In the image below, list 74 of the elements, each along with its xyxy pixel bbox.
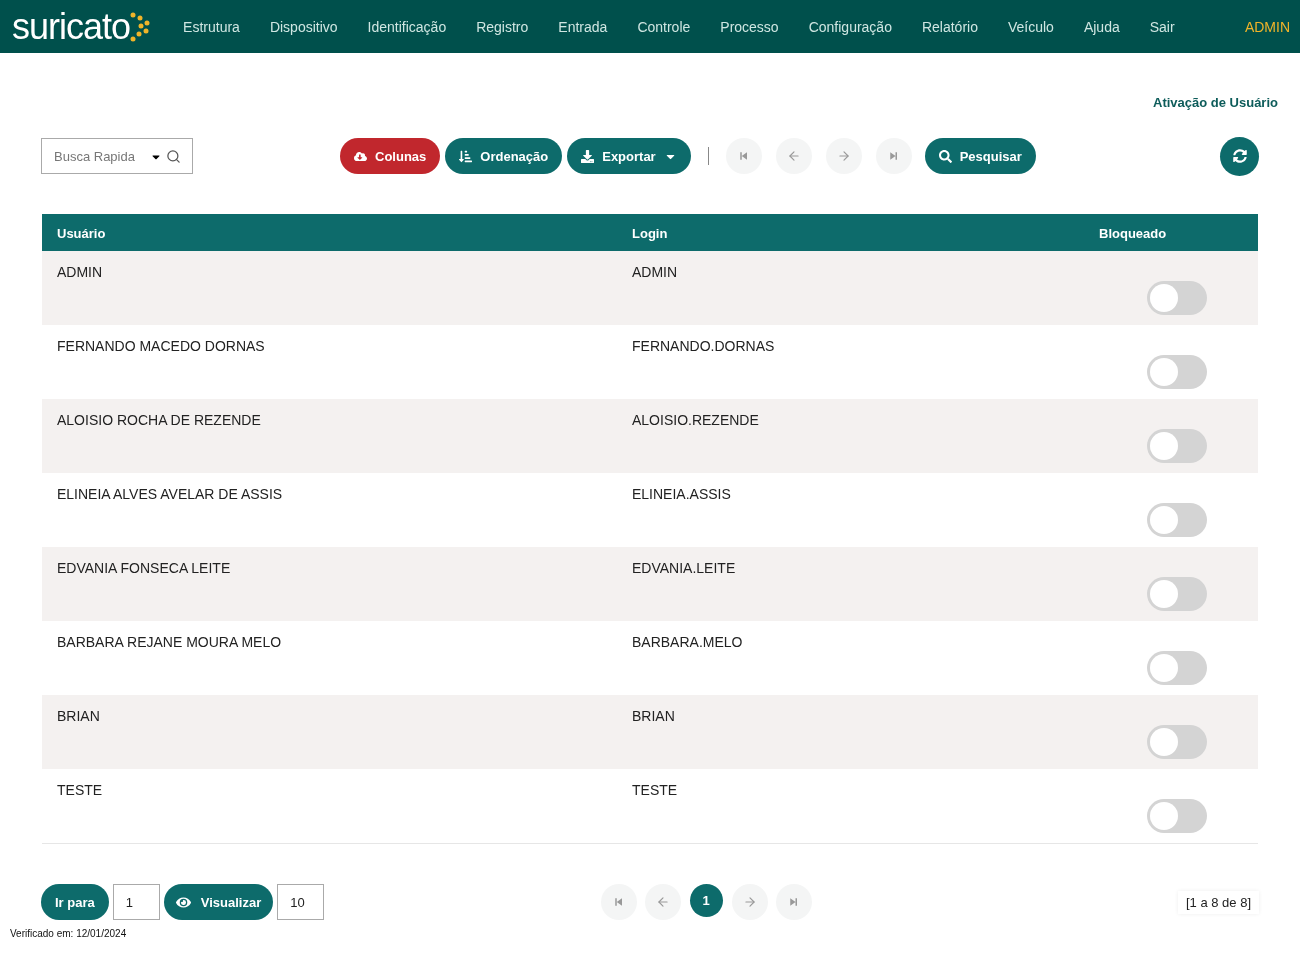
nav-link[interactable]: Estrutura	[168, 18, 255, 35]
blocked-toggle[interactable]	[1147, 651, 1207, 685]
quick-search-field[interactable]: Busca Rapida	[41, 138, 193, 174]
last-page-button[interactable]	[875, 138, 912, 174]
cloud-download-icon	[354, 149, 367, 163]
arrow-left-icon	[655, 895, 670, 909]
nav-link[interactable]: Processo	[705, 18, 794, 35]
nav-link[interactable]: Relatório	[906, 18, 993, 35]
table-cell-text: TESTE	[631, 781, 679, 800]
blocked-toggle[interactable]	[1147, 799, 1207, 833]
previous-page-button[interactable]	[644, 884, 681, 920]
refresh-button[interactable]	[1220, 136, 1259, 176]
nav-link[interactable]: Veículo	[992, 18, 1069, 35]
nav-link[interactable]: Ajuda	[1068, 18, 1135, 35]
arrow-left-icon	[786, 149, 801, 163]
sort-icon	[459, 149, 473, 163]
record-range: [1 a 8 de 8]	[1177, 890, 1259, 914]
page-button[interactable]: 1	[689, 884, 723, 917]
logo-text: suricato	[12, 8, 131, 45]
table-cell-text: ADMIN	[631, 263, 679, 282]
table-cell-text: EDVANIA.LEITE	[631, 559, 737, 578]
search-icon	[938, 149, 952, 163]
table-cell-text: ALOISIO.REZENDE	[631, 411, 760, 430]
nav-link[interactable]: Identificação	[352, 18, 462, 35]
previous-page-button[interactable]	[775, 138, 812, 174]
next-page-button[interactable]	[731, 884, 768, 920]
table-cell-text: ELINEIA ALVES AVELAR DE ASSIS	[56, 485, 284, 504]
verified-date: Verificado em: 12/01/2024	[10, 928, 128, 939]
table-cell-text: BRIAN	[56, 707, 101, 726]
toolbar-button[interactable]: Ordenação	[445, 138, 563, 174]
table-cell-text: BRIAN	[631, 707, 676, 726]
blocked-toggle[interactable]	[1147, 725, 1207, 759]
table-cell-text: TESTE	[56, 781, 104, 800]
page-number-field[interactable]: 1	[112, 884, 160, 920]
blocked-toggle[interactable]	[1147, 429, 1207, 463]
first-page-button[interactable]	[725, 138, 762, 174]
toolbar-button[interactable]: Exportar	[567, 138, 691, 174]
table-cell-text: FERNANDO.DORNAS	[631, 337, 776, 356]
page-title: Ativação de Usuário	[1152, 94, 1279, 110]
table-cell-text: BARBARA.MELO	[631, 633, 744, 652]
table-cell-text: ADMIN	[56, 263, 104, 282]
nav-link[interactable]: Controle	[622, 18, 706, 35]
arrow-right-icon	[742, 895, 757, 909]
view-button[interactable]: Visualizar	[163, 884, 274, 920]
blocked-toggle[interactable]	[1147, 355, 1207, 389]
table-cell-text: ELINEIA.ASSIS	[631, 485, 732, 504]
table-cell-text: BARBARA REJANE MOURA MELO	[56, 633, 283, 652]
nav-link[interactable]: Configuração	[793, 18, 907, 35]
nav-link[interactable]: Registro	[461, 18, 544, 35]
next-page-button[interactable]	[825, 138, 862, 174]
refresh-icon	[1232, 149, 1247, 163]
blocked-toggle[interactable]	[1147, 281, 1207, 315]
toolbar-button[interactable]: Colunas	[340, 138, 441, 174]
table-cell-text: FERNANDO MACEDO DORNAS	[56, 337, 266, 356]
page-size-field[interactable]: 10	[277, 884, 325, 920]
last-page-button[interactable]	[775, 884, 812, 920]
column-header: Bloqueado	[1098, 225, 1168, 243]
search-button[interactable]: Pesquisar	[924, 138, 1036, 174]
download-icon	[581, 149, 595, 163]
blocked-toggle[interactable]	[1147, 577, 1207, 611]
first-page-button[interactable]	[600, 884, 637, 920]
nav-link[interactable]: Dispositivo	[254, 18, 353, 35]
user-name[interactable]: ADMIN	[1244, 18, 1290, 35]
column-header: Usuário	[56, 225, 107, 243]
nav-link[interactable]: Sair	[1134, 18, 1190, 35]
nav-link[interactable]: Entrada	[543, 18, 623, 35]
table-cell-text: EDVANIA FONSECA LEITE	[56, 559, 232, 578]
go-to-button[interactable]: Ir para	[41, 884, 109, 920]
column-header: Login	[631, 225, 669, 243]
search-icon	[166, 149, 181, 164]
arrow-right-icon	[836, 149, 851, 163]
blocked-toggle[interactable]	[1147, 503, 1207, 537]
logo-dots-icon	[130, 11, 151, 42]
table-cell-text: ALOISIO ROCHA DE REZENDE	[56, 411, 262, 430]
